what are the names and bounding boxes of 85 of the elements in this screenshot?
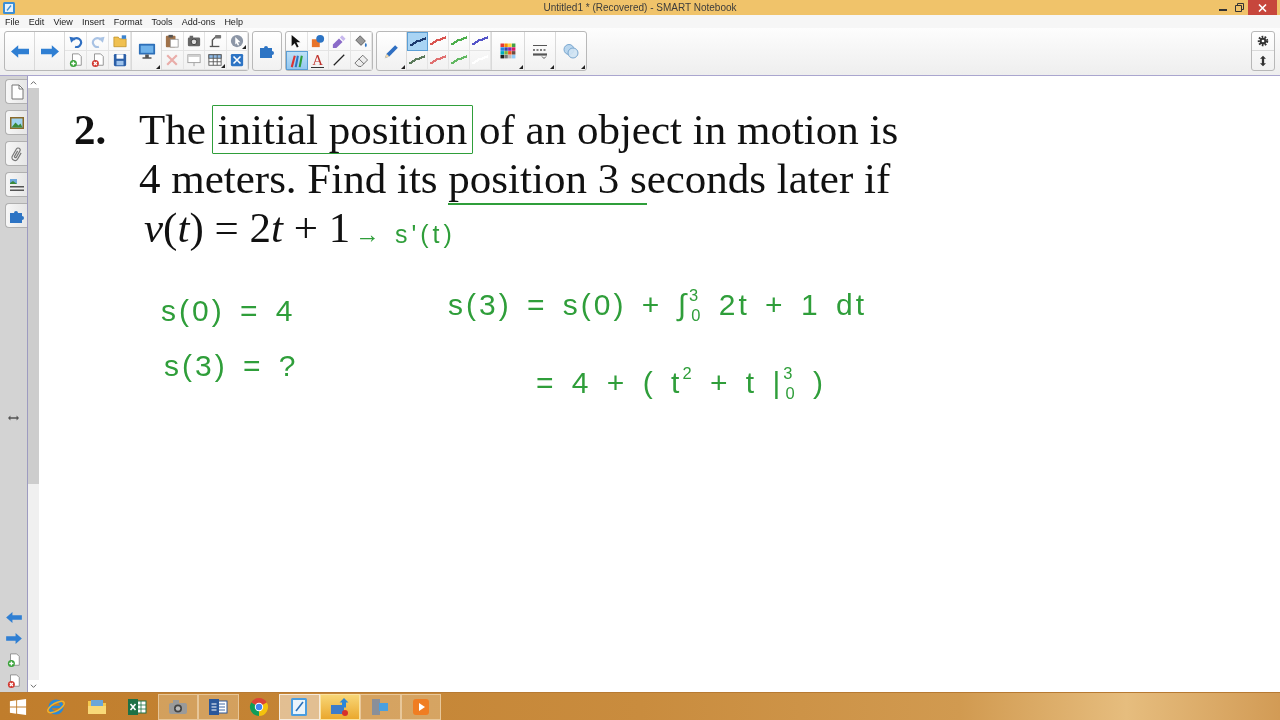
segmented-circle-icon [248,696,269,717]
handwritten-note: = 4 + ( t$^{2}$ + t |$^{3}$$_{0}$ ) [536,366,827,401]
puzzle-icon [259,43,275,59]
back-arrow-icon [5,612,22,623]
forward-arrow-icon [40,44,59,58]
close-icon [1258,3,1267,12]
handwritten-note: → s'(t) [355,220,456,249]
window-panes-icon [9,697,27,716]
dropdown-arrow-icon [519,65,523,69]
eraser-icon [353,53,368,67]
delete-page-icon [90,53,105,67]
scroll-up-icon[interactable] [30,79,37,85]
clipboard-icon [165,34,180,48]
dropdown-arrow-icon [581,65,585,69]
add-page-icon [68,53,83,67]
scrollbar-thumb[interactable] [28,88,39,484]
handwritten-note: s(0) = 4 [161,294,296,329]
pen-style-button[interactable] [407,32,428,51]
spreadsheet-icon [127,696,148,717]
menu-item[interactable]: Insert [77,15,110,28]
monitor-icon [137,42,156,60]
projector-icon [370,696,391,717]
dropdown-arrow-icon [156,65,160,69]
pen-icon [382,42,401,60]
play-icon [410,696,431,717]
tool-button[interactable]: A [307,51,329,70]
restore-icon [1235,3,1244,12]
desk-lamp-icon [208,34,223,48]
menu-item[interactable]: Help [219,15,248,28]
up-down-arrows-icon [1257,54,1269,67]
overlapping-circles-icon [563,43,579,59]
delete-icon [165,53,180,67]
back-arrow-icon [10,44,29,58]
forward-arrow-icon [5,633,22,644]
menu-item[interactable]: Tools [146,15,178,28]
dropdown-arrow-icon [401,65,405,69]
window-title: Untitled1 * (Recovered) - SMART Notebook [543,1,737,15]
add-page-icon [6,652,21,667]
menu-item[interactable]: File [0,15,25,28]
color-grid-icon [500,43,516,59]
line-icon [332,53,347,67]
minimize-icon [1218,9,1227,11]
sidebar-tab[interactable] [5,141,27,166]
full-screen-icon [229,53,244,67]
delete-page-icon [6,673,21,688]
save-icon [112,53,127,67]
shapes-icon [310,34,325,48]
paint-bucket-icon [353,34,368,48]
redo-icon [90,34,105,48]
menu-item[interactable]: Edit [24,15,49,28]
menu-item[interactable]: Add-ons [177,15,220,28]
menu-item[interactable]: Format [109,15,147,28]
handwritten-note: s(3) = ? [164,349,299,384]
menu-item[interactable]: View [48,15,78,28]
pointer-disc-icon [229,34,244,48]
screen-shade-icon [186,53,201,67]
taskbar-button[interactable] [319,693,360,720]
sidebar-tab[interactable] [5,110,27,135]
camera-icon [186,34,201,48]
table-icon [208,53,223,67]
problem-number: 2. [74,105,108,154]
sidebar-tab[interactable] [5,203,27,228]
pencils-icon [289,53,304,68]
picture-lines-icon [8,176,25,193]
close-button[interactable] [1248,0,1277,15]
folder-icon [112,34,127,48]
undo-icon [68,34,83,48]
picture-icon [8,114,25,131]
notepad-icon [289,696,310,717]
sidebar-tab[interactable] [5,172,27,197]
upload-box-icon [329,696,350,717]
page-icon [8,83,25,100]
marker-icon [332,34,347,48]
dropdown-arrow-icon [242,45,246,49]
settings-icon [1257,35,1269,47]
handwritten-note: s(3) = s(0) + ∫$^{3}$$_{0}$ 2t + 1 dt [448,288,867,323]
globe-ring-icon [46,696,67,717]
scroll-down-icon[interactable] [30,683,37,689]
dropdown-arrow-icon [550,65,554,69]
resize-handle-icon[interactable] [8,414,19,421]
line-style-icon [532,43,548,59]
dropdown-arrow-icon [220,64,225,68]
document-icon [208,696,229,717]
equation: v(t) = 2t + 1 [143,203,351,252]
notepad-icon [3,1,15,14]
